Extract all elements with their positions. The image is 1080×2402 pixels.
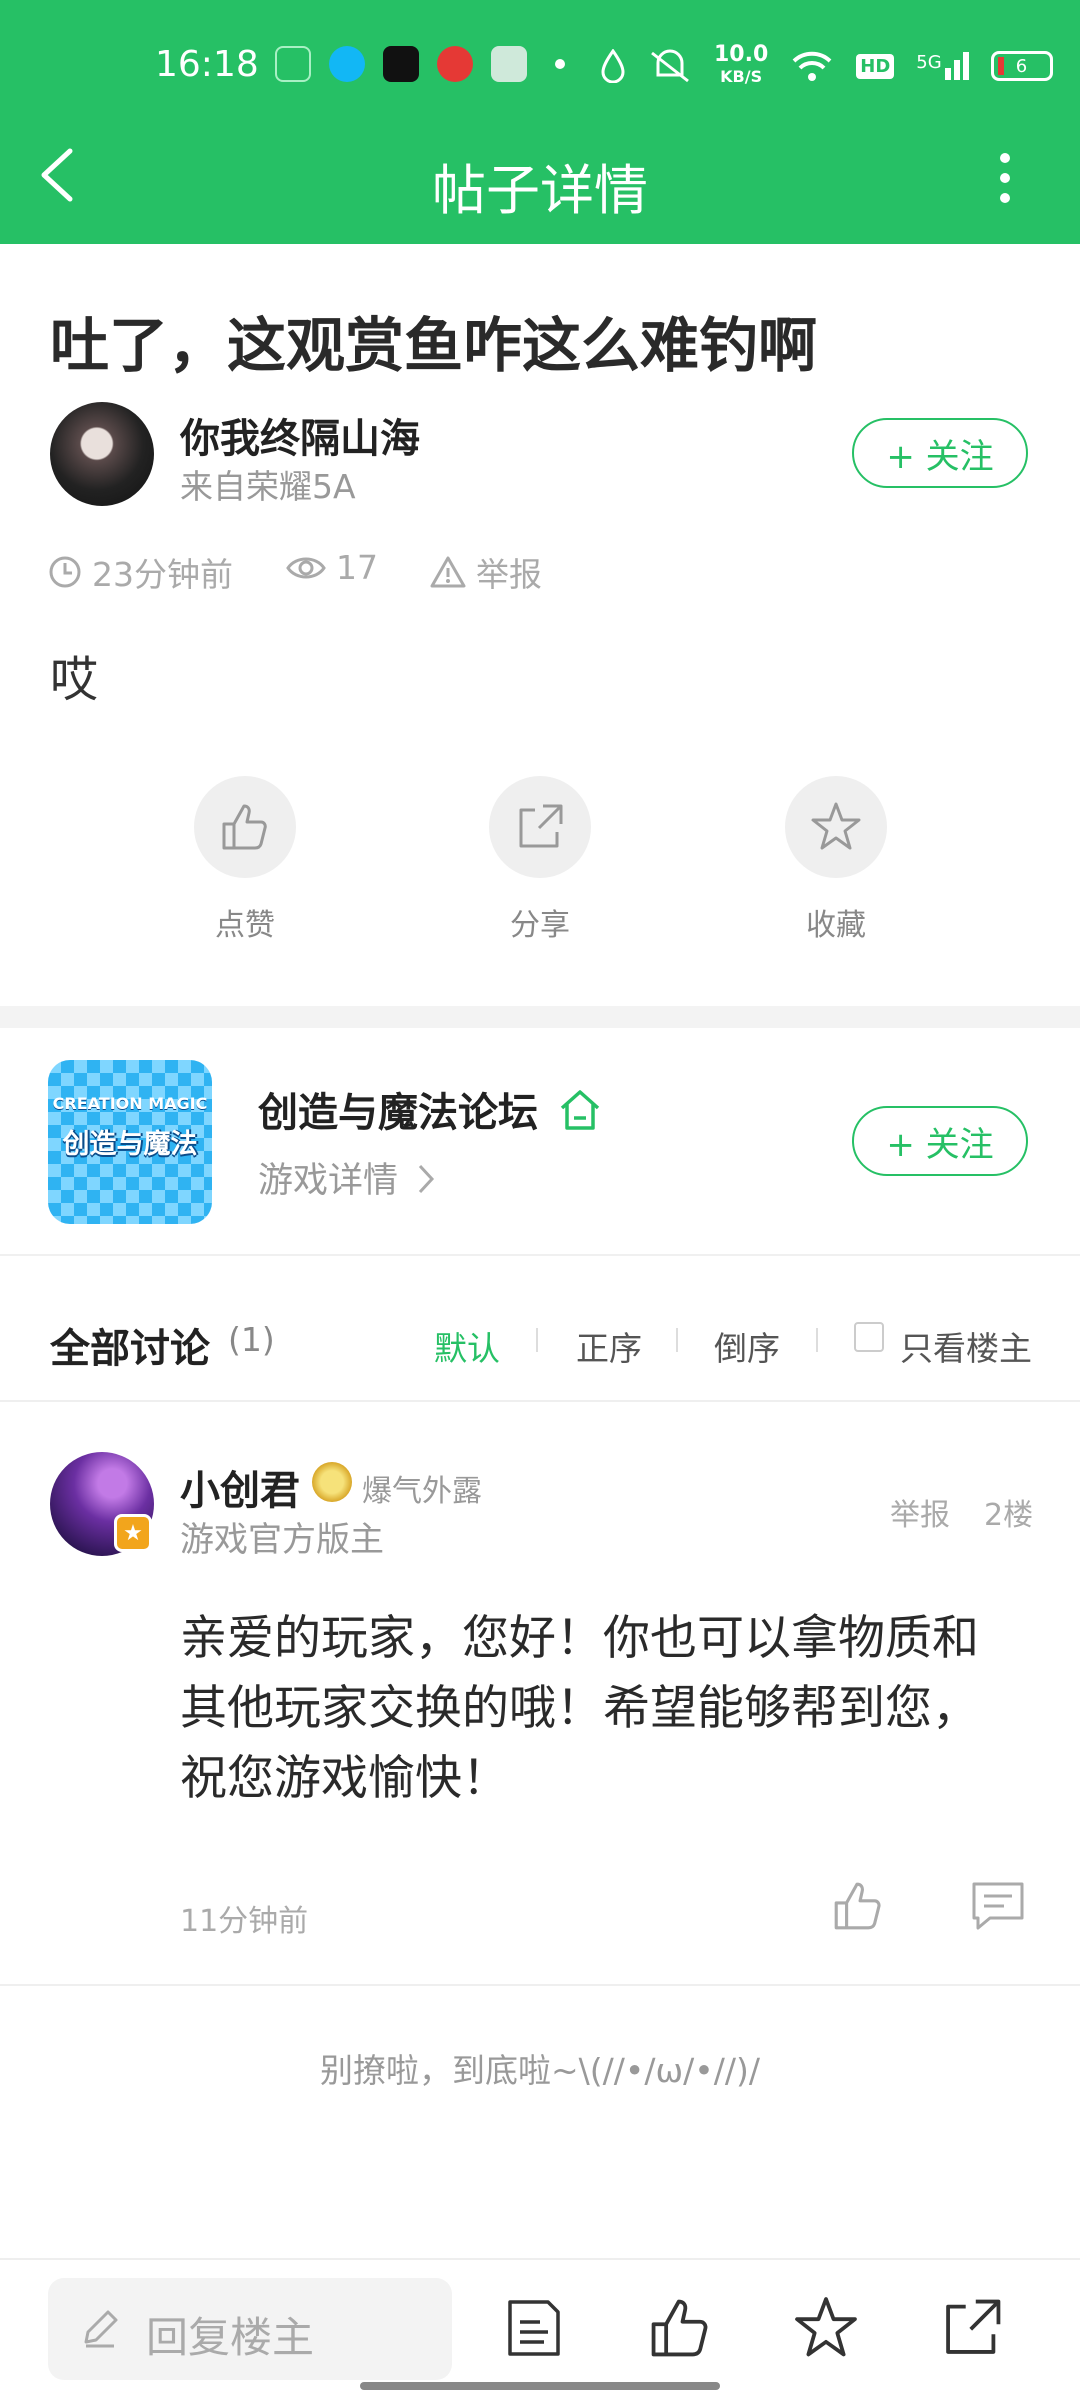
sort-asc-tab[interactable]: 正序 bbox=[576, 1322, 642, 1370]
hd-badge: HD bbox=[856, 53, 895, 79]
post-title: 吐了，这观赏鱼咋这么难钓啊 bbox=[50, 311, 818, 380]
pencil-icon bbox=[84, 2310, 118, 2348]
divider bbox=[0, 1400, 1080, 1402]
forum-icon-subtitle: CREATION MAGIC bbox=[52, 1094, 208, 1113]
thumbs-up-icon bbox=[222, 804, 267, 850]
game-detail-link[interactable]: 游戏详情 bbox=[258, 1152, 437, 1203]
reply-placeholder[interactable]: 回复楼主 bbox=[146, 2304, 314, 2365]
post-views-count: 17 bbox=[336, 548, 378, 587]
qq-icon bbox=[329, 46, 365, 82]
battery-saver-icon bbox=[275, 46, 311, 82]
favorite-label: 收藏 bbox=[806, 908, 866, 943]
commenter-name[interactable]: 小创君 bbox=[180, 1458, 300, 1516]
video-app-icon bbox=[437, 46, 473, 82]
section-divider bbox=[0, 1006, 1080, 1028]
forum-name[interactable]: 创造与魔法论坛 bbox=[258, 1080, 602, 1138]
net-speed-unit: KB/S bbox=[720, 67, 763, 86]
eye-icon bbox=[286, 557, 326, 578]
home-indicator[interactable] bbox=[360, 2382, 720, 2390]
forum-icon[interactable]: CREATION MAGIC 创造与魔法 bbox=[48, 1060, 212, 1224]
status-time: 16:18 bbox=[155, 44, 259, 85]
signal-bar-icon bbox=[962, 52, 969, 80]
divider bbox=[0, 1254, 1080, 1256]
sort-default-tab[interactable]: 默认 bbox=[434, 1322, 500, 1370]
comment-like-icon[interactable] bbox=[830, 1878, 886, 1934]
divider bbox=[0, 1984, 1080, 1986]
post-time-text: 23分钟前 bbox=[92, 555, 233, 594]
share-post-button[interactable]: 分享 bbox=[450, 776, 630, 944]
author-name[interactable]: 你我终隔山海 bbox=[180, 406, 420, 464]
commenter-medal: 爆气外露 bbox=[362, 1474, 482, 1509]
report-comment-button[interactable]: 举报 bbox=[890, 1490, 950, 1534]
only-op-label[interactable]: 只看楼主 bbox=[900, 1322, 1032, 1370]
mute-icon bbox=[651, 49, 689, 83]
discussion-count: (1) bbox=[228, 1320, 275, 1359]
discussion-title: 全部讨论 bbox=[50, 1326, 210, 1372]
net-speed: 10.0 KB/S bbox=[714, 44, 768, 88]
capcut-icon bbox=[383, 46, 419, 82]
post-views: 17 bbox=[286, 548, 378, 587]
follow-author-button[interactable]: + 关注 bbox=[852, 418, 1028, 488]
post-time: 23分钟前 bbox=[48, 548, 233, 596]
battery-level bbox=[997, 57, 1004, 75]
forum-icon-title: 创造与魔法 bbox=[62, 1129, 198, 1160]
clock-icon bbox=[49, 556, 81, 588]
sort-divider bbox=[816, 1328, 818, 1352]
favorite-circle bbox=[785, 776, 887, 878]
share-circle bbox=[489, 776, 591, 878]
only-op-checkbox[interactable] bbox=[854, 1322, 884, 1352]
more-vertical-icon[interactable] bbox=[990, 148, 1020, 208]
wifi-icon bbox=[792, 51, 832, 81]
warning-icon bbox=[430, 556, 466, 588]
like-circle bbox=[194, 776, 296, 878]
comment-time: 11分钟前 bbox=[180, 1904, 309, 1939]
end-of-list-text: 别撩啦，到底啦~\(//•/ω/•//)/ bbox=[320, 2051, 760, 2090]
report-post-button[interactable]: 举报 bbox=[430, 548, 542, 596]
comment-text: 亲爱的玩家，您好！你也可以拿物质和其他玩家交换的哦！希望能够帮到您，祝您游戏愉快… bbox=[180, 1611, 979, 1806]
star-icon bbox=[811, 802, 861, 850]
signal-bar-icon bbox=[953, 60, 960, 80]
battery-icon: 6 bbox=[990, 51, 1053, 81]
gallery-icon bbox=[491, 46, 527, 82]
signal: 5G bbox=[916, 52, 969, 80]
like-post-button[interactable]: 点赞 bbox=[155, 776, 335, 944]
sort-desc-tab[interactable]: 倒序 bbox=[714, 1322, 780, 1370]
chevron-right-icon bbox=[419, 1164, 435, 1194]
battery-percent: 6 bbox=[1015, 55, 1028, 77]
sort-divider bbox=[676, 1328, 678, 1352]
report-post-label: 举报 bbox=[476, 555, 542, 594]
like-label: 点赞 bbox=[215, 908, 275, 943]
bottom-share-icon[interactable] bbox=[938, 2294, 1006, 2362]
author-avatar[interactable] bbox=[50, 402, 154, 506]
medal-icon bbox=[312, 1462, 352, 1502]
moderator-star-icon: ★ bbox=[114, 1514, 152, 1552]
forum-name-text: 创造与魔法论坛 bbox=[258, 1090, 538, 1136]
sort-divider bbox=[536, 1328, 538, 1352]
status-notification-icons bbox=[275, 46, 565, 82]
share-label: 分享 bbox=[510, 908, 570, 943]
follow-forum-button[interactable]: + 关注 bbox=[852, 1106, 1028, 1176]
comments-list-icon[interactable] bbox=[500, 2294, 568, 2362]
signal-bar-icon bbox=[944, 68, 951, 80]
bottom-star-icon[interactable] bbox=[792, 2294, 860, 2362]
comment-floor: 2楼 bbox=[984, 1498, 1034, 1533]
net-type: 5G bbox=[916, 52, 942, 73]
share-icon bbox=[519, 804, 563, 848]
net-speed-value: 10.0 bbox=[714, 42, 769, 67]
status-system-icons: 10.0 KB/S HD 5G 6 bbox=[600, 44, 1053, 88]
home-icon bbox=[560, 1090, 600, 1130]
commenter-role: 游戏官方版主 bbox=[180, 1520, 384, 1560]
page-title: 帖子详情 bbox=[432, 159, 648, 222]
drop-icon bbox=[601, 49, 625, 83]
comment-reply-icon[interactable] bbox=[970, 1878, 1026, 1934]
favorite-post-button[interactable]: 收藏 bbox=[746, 776, 926, 944]
dot-icon bbox=[555, 59, 565, 69]
game-detail-text: 游戏详情 bbox=[258, 1161, 399, 1201]
author-device: 来自荣耀5A bbox=[180, 467, 356, 506]
post-body: 哎 bbox=[50, 652, 99, 708]
bottom-like-icon[interactable] bbox=[646, 2294, 714, 2362]
